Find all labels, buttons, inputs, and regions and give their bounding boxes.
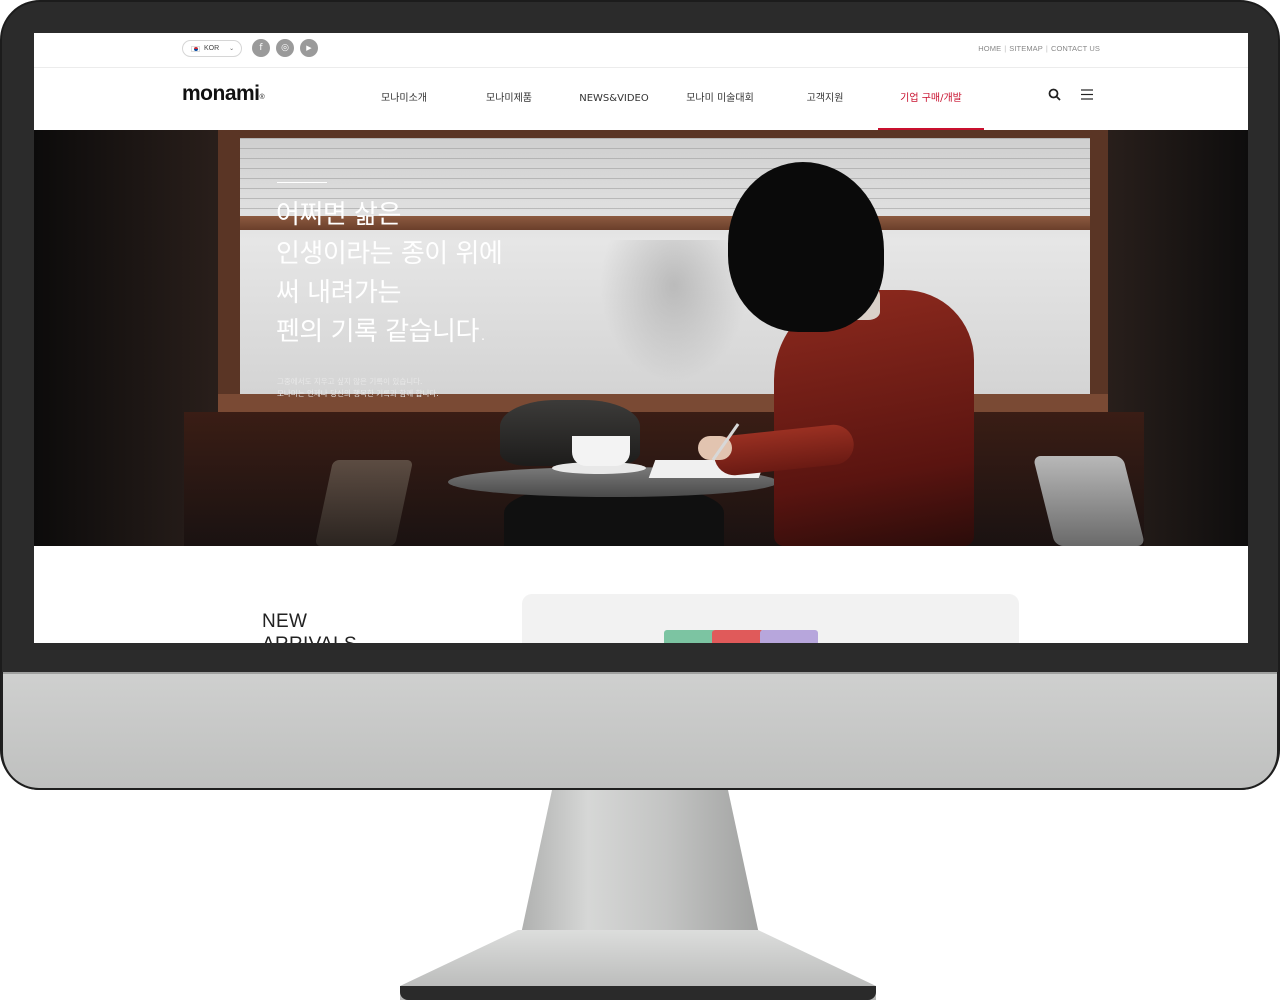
home-link[interactable]: HOME (978, 44, 1001, 53)
hero-title: 어쩌면 삶은 인생이라는 종이 위에 써 내려가는 펜의 기록 같습니다. (276, 200, 503, 347)
instagram-icon[interactable]: ◎ (276, 39, 294, 57)
nav-item-news-video[interactable]: NEWS&VIDEO (561, 68, 667, 130)
product-purple[interactable] (760, 630, 818, 643)
korea-flag-icon (191, 45, 200, 52)
main-navigation: monami® 모나미소개 모나미제품 NEWS&VIDEO 모나미 미술대회 … (34, 68, 1248, 130)
language-label: KOR (204, 45, 220, 52)
monitor-screen: KOR ⌄ f ◎ ▶ HOME | SITEMAP | CONTACT US mona… (34, 33, 1248, 643)
nav-item-products[interactable]: 모나미제품 (456, 68, 562, 130)
facebook-icon[interactable]: f (252, 39, 270, 57)
new-arrivals-title: NEW ARRIVALS (262, 611, 357, 643)
hero-banner: 어쩌면 삶은 인생이라는 종이 위에 써 내려가는 펜의 기록 같습니다. 그중… (34, 130, 1248, 546)
nav-item-support[interactable]: 고객지원 (772, 68, 878, 130)
nav-item-art-contest[interactable]: 모나미 미술대회 (667, 68, 773, 130)
nav-item-corporate-purchase[interactable]: 기업 구매/개발 (878, 68, 984, 130)
youtube-icon[interactable]: ▶ (300, 39, 318, 57)
nav-item-about[interactable]: 모나미소개 (351, 68, 457, 130)
chevron-down-icon: ⌄ (229, 46, 235, 52)
sitemap-link[interactable]: SITEMAP (1009, 44, 1043, 53)
monami-logo[interactable]: monami® (182, 82, 265, 106)
utility-bar: KOR ⌄ f ◎ ▶ HOME | SITEMAP | CONTACT US (34, 33, 1248, 68)
monitor-chin (1, 672, 1279, 790)
product-red[interactable] (712, 630, 764, 643)
utility-links: HOME | SITEMAP | CONTACT US (978, 44, 1100, 53)
hero-subtitle: 그중에서도 지우고 싶지 않은 기록이 있습니다. 모나미는 언제나 당신의 행… (277, 377, 439, 398)
hamburger-menu-icon[interactable] (1080, 88, 1094, 105)
contact-us-link[interactable]: CONTACT US (1051, 44, 1100, 53)
search-icon[interactable] (1048, 88, 1061, 105)
hero-divider (277, 182, 327, 183)
product-card[interactable] (522, 594, 1019, 643)
coffee-cup (572, 436, 630, 466)
language-selector[interactable]: KOR ⌄ (182, 40, 242, 57)
product-green[interactable] (664, 630, 716, 643)
monitor-stand-edge (400, 986, 876, 1000)
